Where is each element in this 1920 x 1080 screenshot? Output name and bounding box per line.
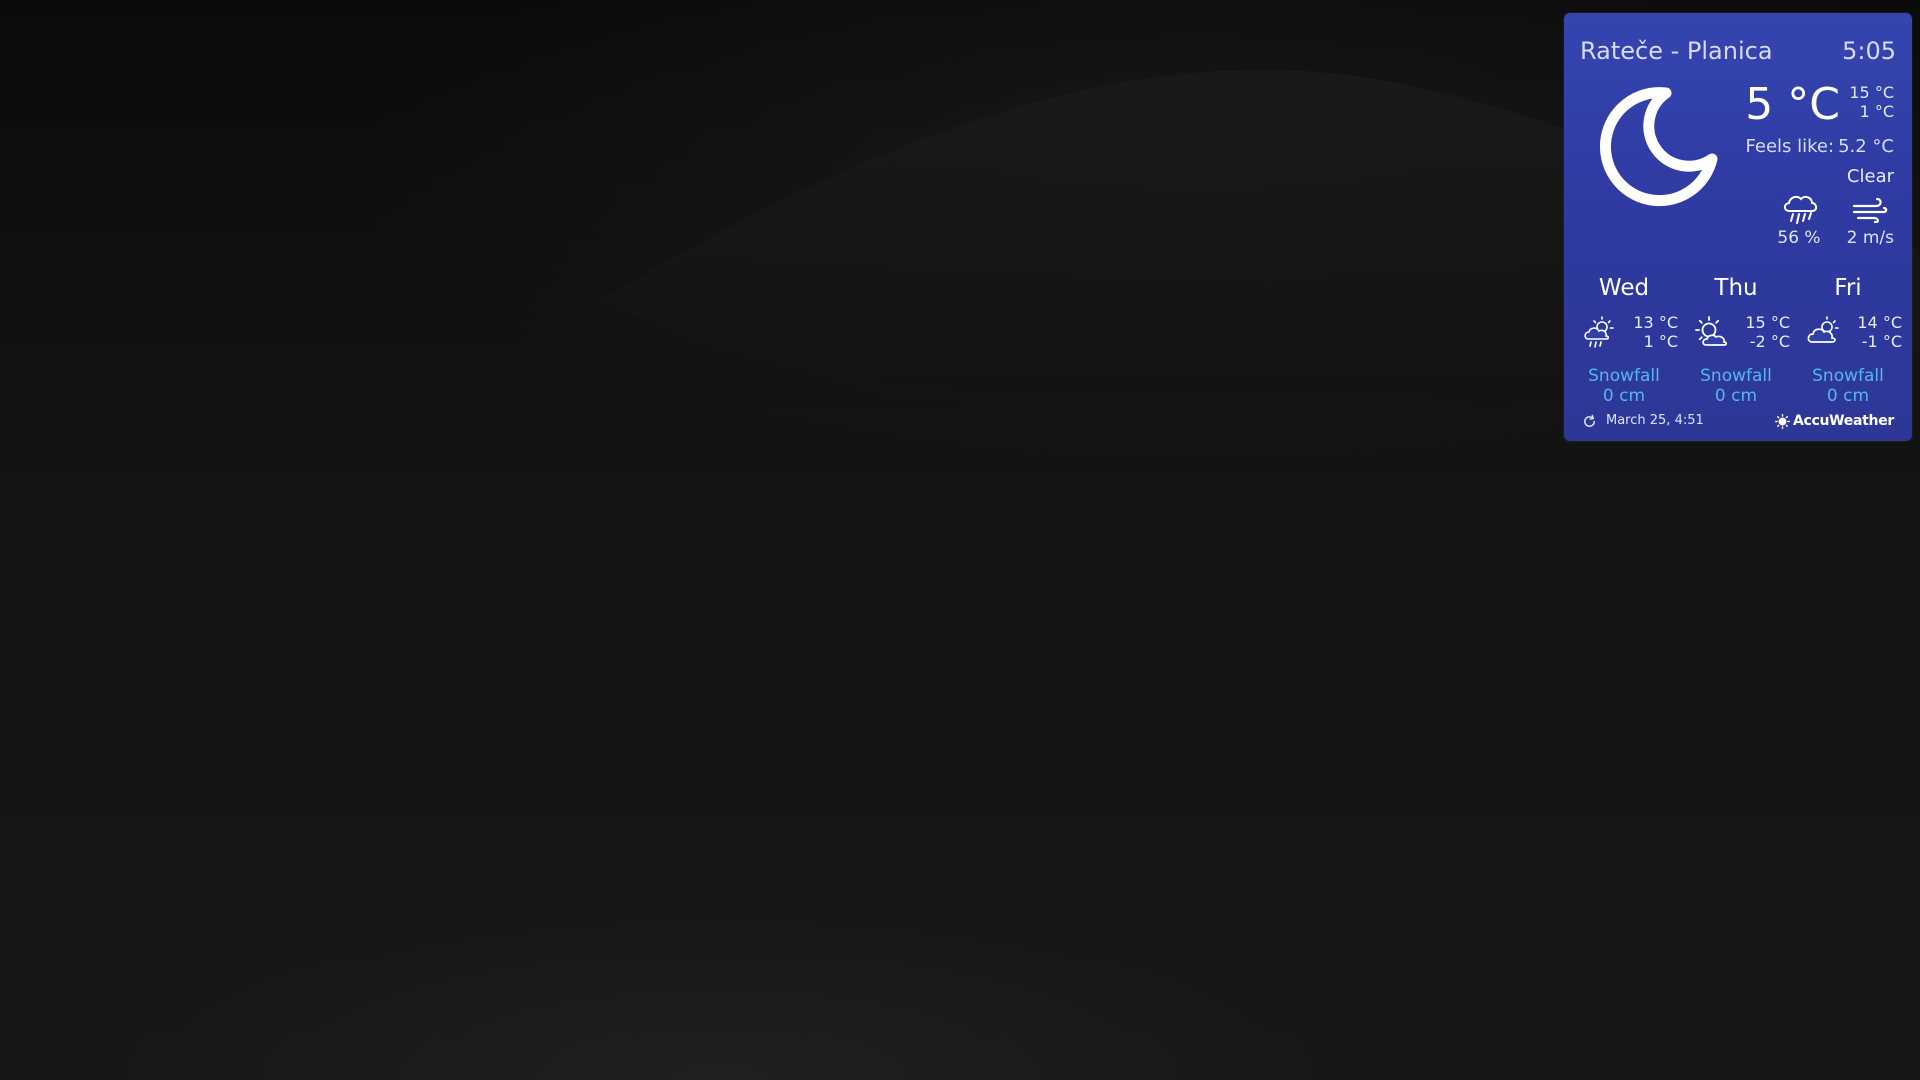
forecast-high-low: 14 °C -1 °C (1857, 313, 1902, 351)
forecast-snowfall: Snowfall 0 cm (1568, 366, 1680, 406)
partly-cloudy-icon (1807, 316, 1839, 343)
forecast-day: Thu 15 °C -2 °C Snowfall 0 cm (1680, 275, 1792, 415)
rain-cloud-icon (1783, 195, 1818, 224)
current-condition: Clear (1846, 166, 1894, 187)
forecast-row: Wed 13 °C 1 °C Snowfall 0 cm Thu 15 °C -… (1564, 275, 1912, 415)
snowfall-label: Snowfall (1700, 366, 1772, 386)
current-high: 15 °C (1849, 83, 1894, 102)
weather-widget: Rateče - Planica 5:05 5 °C 15 °C 1 °C Fe… (1564, 13, 1912, 441)
forecast-high: 14 °C (1857, 313, 1902, 332)
forecast-day: Wed 13 °C 1 °C Snowfall 0 cm (1568, 275, 1680, 415)
accuweather-logo[interactable]: AccuWeather (1775, 412, 1894, 430)
current-temperature: 5 °C (1745, 79, 1840, 130)
forecast-day-name: Thu (1714, 275, 1758, 301)
widget-footer: March 25, 4:51 AccuWeather (1564, 401, 1912, 441)
accuweather-sun-icon (1775, 413, 1790, 429)
forecast-high-low: 15 °C -2 °C (1745, 313, 1790, 351)
current-high-low: 15 °C 1 °C (1849, 83, 1894, 121)
partly-sunny-showers-icon (1584, 316, 1614, 348)
snowfall-label: Snowfall (1588, 366, 1660, 386)
forecast-high-low: 13 °C 1 °C (1633, 313, 1678, 351)
last-updated: March 25, 4:51 (1606, 413, 1704, 428)
refresh-icon[interactable] (1582, 414, 1597, 429)
forecast-low: -1 °C (1861, 332, 1902, 351)
precipitation-value: 56 % (1777, 228, 1821, 248)
moon-clear-icon (1599, 87, 1718, 207)
forecast-low: -2 °C (1749, 332, 1790, 351)
location-name: Rateče - Planica (1580, 37, 1773, 65)
forecast-high: 13 °C (1633, 313, 1678, 332)
forecast-snowfall: Snowfall 0 cm (1792, 366, 1904, 406)
wind-icon (1852, 197, 1888, 223)
mostly-sunny-icon (1695, 316, 1728, 346)
accuweather-text: AccuWeather (1792, 413, 1894, 429)
forecast-low: 1 °C (1643, 332, 1678, 351)
forecast-day: Fri 14 °C -1 °C Snowfall 0 cm (1792, 275, 1904, 415)
forecast-snowfall: Snowfall 0 cm (1680, 366, 1792, 406)
current-low: 1 °C (1859, 102, 1894, 121)
forecast-day-name: Fri (1834, 275, 1862, 301)
wind-value: 2 m/s (1846, 228, 1894, 248)
forecast-high: 15 °C (1745, 313, 1790, 332)
forecast-day-name: Wed (1598, 275, 1650, 301)
feels-like: Feels like: 5.2 °C (1746, 136, 1894, 157)
feels-like-label: Feels like: (1745, 136, 1835, 157)
feels-like-value: 5.2 °C (1838, 136, 1894, 157)
local-time: 5:05 (1842, 37, 1896, 65)
snowfall-label: Snowfall (1812, 366, 1884, 386)
